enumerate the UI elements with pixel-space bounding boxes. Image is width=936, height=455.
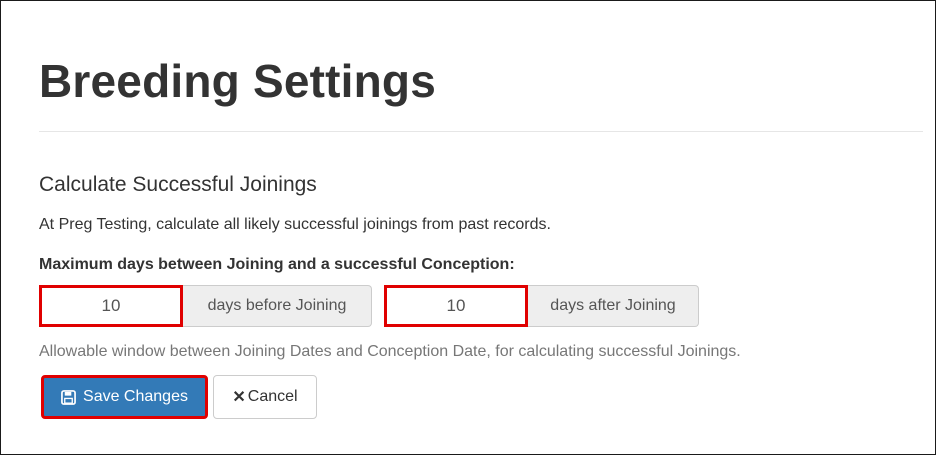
title-divider <box>39 131 923 132</box>
days-after-input-group: days after Joining <box>384 285 699 327</box>
cancel-button[interactable]: ✕ Cancel <box>213 375 317 419</box>
page-title: Breeding Settings <box>39 55 437 107</box>
section-description: At Preg Testing, calculate all likely su… <box>39 216 551 233</box>
x-icon: ✕ <box>232 389 246 406</box>
floppy-disk-icon <box>61 389 76 405</box>
days-before-addon: days before Joining <box>183 285 372 327</box>
days-before-input[interactable] <box>39 285 183 327</box>
section-title: Calculate Successful Joinings <box>39 173 317 196</box>
days-before-input-group: days before Joining <box>39 285 372 327</box>
help-text: Allowable window between Joining Dates a… <box>39 343 741 360</box>
days-after-addon: days after Joining <box>528 285 699 327</box>
settings-page: Breeding Settings Calculate Successful J… <box>0 0 936 455</box>
save-changes-label: Save Changes <box>83 388 188 405</box>
field-label: Maximum days between Joining and a succe… <box>39 256 515 273</box>
save-changes-button[interactable]: Save Changes <box>41 375 208 419</box>
days-after-input[interactable] <box>384 285 528 327</box>
cancel-label: Cancel <box>247 388 298 405</box>
